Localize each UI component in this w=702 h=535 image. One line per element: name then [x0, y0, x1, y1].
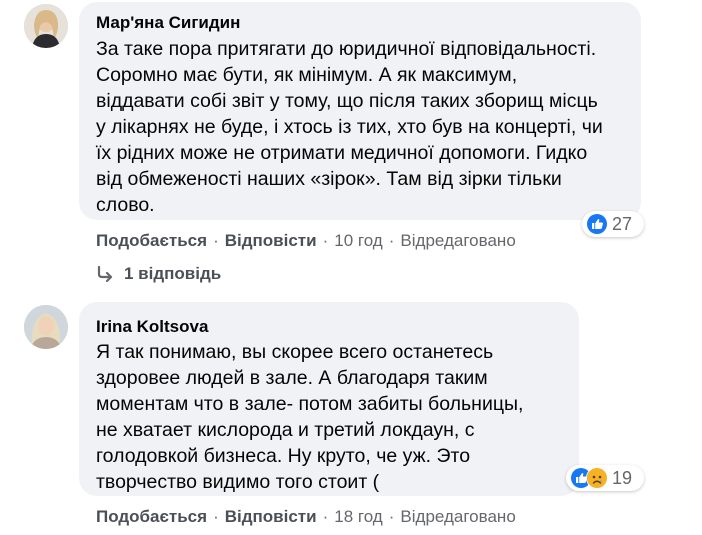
reaction-count: 27 [612, 213, 633, 234]
separator: · [213, 231, 219, 250]
comment-text: За таке пора притягати до юридичної відп… [96, 38, 603, 216]
comment-author[interactable]: Мар'яна Сигидин [96, 13, 240, 33]
comment-actions: Подобається · Відповісти · 10 год · Відр… [96, 231, 516, 251]
like-icon [586, 213, 608, 235]
view-replies-link[interactable]: 1 відповідь [96, 264, 221, 284]
reaction-count-badge[interactable]: 27 [582, 211, 644, 237]
reply-button[interactable]: Відповісти [225, 507, 317, 527]
separator: · [322, 507, 329, 526]
comment-author[interactable]: Irina Koltsova [96, 317, 208, 337]
comment-bubble: Irina Koltsova Я так понимаю, вы скорее … [79, 302, 579, 496]
comment-bubble: Мар'яна Сигидин За таке пора притягати д… [79, 2, 641, 220]
reply-button[interactable]: Відповісти [225, 231, 317, 251]
replies-count-label: 1 відповідь [124, 264, 222, 283]
separator: · [322, 231, 329, 250]
separator: · [213, 507, 219, 526]
reaction-count-badge[interactable]: 19 [566, 465, 644, 491]
reaction-count: 19 [612, 467, 633, 488]
avatar[interactable] [24, 305, 68, 349]
like-button[interactable]: Подобається [96, 507, 207, 527]
edited-label[interactable]: Відредаговано [400, 507, 515, 527]
like-button[interactable]: Подобається [96, 231, 207, 251]
edited-label[interactable]: Відредаговано [400, 231, 515, 251]
comment-actions: Подобається · Відповісти · 18 год · Відр… [96, 507, 516, 527]
timestamp-link[interactable]: 18 год [334, 507, 382, 527]
sad-icon [586, 467, 608, 489]
comment-text: Я так понимаю, вы скорее всего останетес… [96, 341, 524, 493]
timestamp-link[interactable]: 10 год [334, 231, 382, 251]
avatar[interactable] [24, 4, 68, 48]
separator: · [388, 231, 395, 250]
separator: · [388, 507, 395, 526]
reply-arrow-icon [97, 266, 113, 282]
